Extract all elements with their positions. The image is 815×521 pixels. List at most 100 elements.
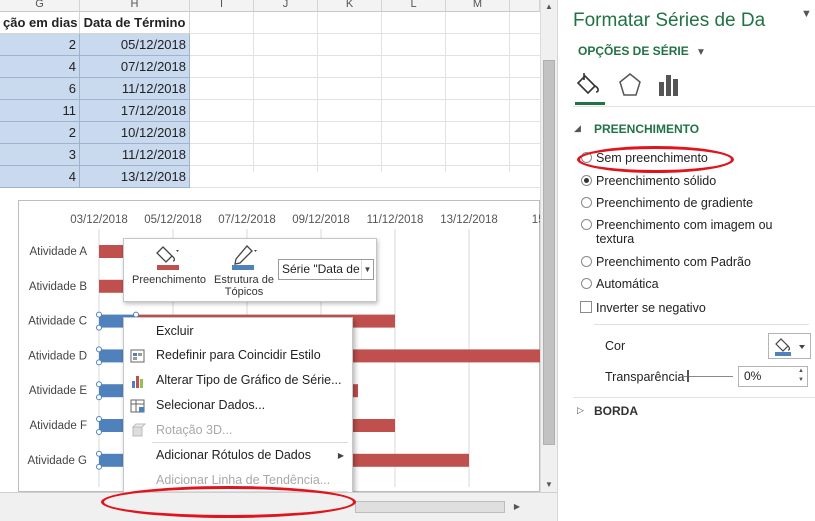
- selection-handle[interactable]: [96, 346, 102, 353]
- column-header-h[interactable]: H: [80, 0, 190, 12]
- table-header-end-date[interactable]: Data de Término: [80, 12, 190, 34]
- fill-option-picture[interactable]: Preenchimento com imagem ou: [581, 218, 772, 232]
- column-header-n[interactable]: [510, 0, 540, 12]
- x-tick-label: 03/12/2018: [70, 214, 128, 226]
- grid-line: [190, 33, 540, 34]
- invert-label: Inverter se negativo: [596, 301, 706, 315]
- effects-tab-icon[interactable]: [615, 70, 645, 100]
- radio-button[interactable]: [581, 256, 592, 267]
- column-header-m[interactable]: M: [446, 0, 510, 12]
- y-category-label: Atividade F: [29, 420, 87, 432]
- table-cell-duration[interactable]: 3: [0, 144, 80, 166]
- radio-button[interactable]: [581, 175, 592, 186]
- horizontal-scroll-thumb[interactable]: [355, 501, 505, 513]
- radio-button[interactable]: [581, 152, 592, 163]
- add-data-labels-item[interactable]: Adicionar Rótulos de Dados ▶: [124, 443, 352, 468]
- column-header-g[interactable]: G: [0, 0, 80, 12]
- selection-handle[interactable]: [96, 394, 102, 401]
- transparency-input[interactable]: 0% ▲ ▼: [738, 366, 808, 387]
- column-header-i[interactable]: I: [190, 0, 254, 12]
- collapsed-caret-icon: ▷: [577, 405, 584, 415]
- selection-handle[interactable]: [96, 324, 102, 331]
- fill-option-pattern[interactable]: Preenchimento com Padrão: [581, 255, 751, 269]
- add-trendline-item[interactable]: Adicionar Linha de Tendência...: [124, 468, 352, 492]
- table-cell-duration[interactable]: 4: [0, 166, 80, 188]
- fill-section-header[interactable]: ◢ PREENCHIMENTO: [574, 122, 699, 136]
- pane-options-chevron-icon[interactable]: ▼: [801, 8, 812, 20]
- rotation-3d-item[interactable]: Rotação 3D...: [124, 418, 352, 443]
- table-cell-duration[interactable]: 11: [0, 100, 80, 122]
- border-section-header[interactable]: ▷ BORDA: [577, 404, 638, 418]
- table-cell-duration[interactable]: 2: [0, 122, 80, 144]
- transparency-slider-handle[interactable]: [687, 370, 689, 382]
- chevron-down-icon: ▼: [696, 47, 706, 58]
- series-selector-combo[interactable]: Série "Data de I ▼: [278, 259, 374, 280]
- fill-line-tab-icon[interactable]: [576, 70, 606, 100]
- fill-option-solid[interactable]: Preenchimento sólido: [581, 174, 716, 188]
- spinner-icon[interactable]: ▲ ▼: [795, 367, 807, 386]
- delete-item[interactable]: Excluir: [124, 319, 352, 344]
- table-cell-end-date[interactable]: 10/12/2018: [80, 122, 190, 144]
- fill-option-label: Automática: [596, 277, 659, 291]
- fill-option-none[interactable]: Sem preenchimento: [581, 151, 708, 165]
- excel-window: G H I J K L M ção em dias Data de Términ…: [0, 0, 815, 521]
- grid-line: [509, 12, 510, 172]
- horizontal-scrollbar[interactable]: ▶: [0, 492, 557, 521]
- table-cell-duration[interactable]: 6: [0, 78, 80, 100]
- table-cell-end-date[interactable]: 13/12/2018: [80, 166, 190, 188]
- scroll-up-icon[interactable]: ▲: [542, 2, 556, 11]
- context-menu-item-label: Adicionar Linha de Tendência...: [156, 473, 331, 487]
- selection-handle[interactable]: [96, 463, 102, 470]
- selection-handle[interactable]: [96, 359, 102, 366]
- table-cell-duration[interactable]: 2: [0, 34, 80, 56]
- y-category-label: Atividade B: [29, 281, 88, 293]
- table-cell-end-date[interactable]: 07/12/2018: [80, 56, 190, 78]
- table-cell-end-date[interactable]: 17/12/2018: [80, 100, 190, 122]
- column-header-j[interactable]: J: [254, 0, 318, 12]
- selection-handle[interactable]: [96, 311, 102, 318]
- invert-checkbox[interactable]: [580, 301, 592, 313]
- selection-handle[interactable]: [96, 416, 102, 422]
- y-category-label: Atividade E: [29, 385, 88, 397]
- selection-handle[interactable]: [96, 450, 102, 457]
- table-cell-end-date[interactable]: 05/12/2018: [80, 34, 190, 56]
- table-cell-duration[interactable]: 4: [0, 56, 80, 78]
- table-header-duration[interactable]: ção em dias: [0, 12, 80, 34]
- series-options-tab-icon[interactable]: [655, 70, 685, 100]
- select-data-item[interactable]: Selecionar Dados...: [124, 393, 352, 418]
- color-label: Cor: [605, 339, 626, 353]
- radio-button[interactable]: [581, 219, 592, 230]
- radio-button[interactable]: [581, 278, 592, 289]
- fill-option-automatic[interactable]: Automática: [581, 277, 659, 291]
- context-menu-item-label: Adicionar Rótulos de Dados: [156, 448, 311, 462]
- chart-mini-toolbar: Preenchimento Estrutura de Tópicos Série…: [123, 238, 377, 302]
- divider: [573, 106, 815, 107]
- series-options-dropdown[interactable]: OPÇÕES DE SÉRIE ▼: [578, 44, 706, 58]
- selection-handle[interactable]: [96, 381, 102, 388]
- fill-option-label: Preenchimento de gradiente: [596, 196, 754, 210]
- grid-line: [190, 165, 540, 166]
- vertical-scrollbar[interactable]: ▲ ▼: [540, 0, 557, 492]
- vertical-scroll-thumb[interactable]: [543, 60, 555, 445]
- change-chart-type-item[interactable]: Alterar Tipo de Gráfico de Série...: [124, 368, 352, 393]
- scroll-down-icon[interactable]: ▼: [542, 480, 556, 489]
- transparency-value: 0%: [744, 369, 762, 383]
- fill-option-gradient[interactable]: Preenchimento de gradiente: [581, 196, 754, 210]
- reset-style-item[interactable]: Redefinir para Coincidir Estilo: [124, 343, 352, 368]
- table-cell-end-date[interactable]: 11/12/2018: [80, 144, 190, 166]
- chevron-down-icon[interactable]: ▼: [361, 260, 373, 279]
- invert-if-negative-option[interactable]: Inverter se negativo: [580, 301, 706, 315]
- fill-button[interactable]: Preenchimento: [128, 243, 210, 286]
- table-cell-end-date[interactable]: 11/12/2018: [80, 78, 190, 100]
- color-picker-button[interactable]: [768, 333, 811, 359]
- reset-style-icon: [130, 348, 146, 364]
- scroll-right-icon[interactable]: ▶: [510, 502, 524, 511]
- column-header-l[interactable]: L: [382, 0, 446, 12]
- series-options-label: OPÇÕES DE SÉRIE: [578, 44, 689, 58]
- column-header-k[interactable]: K: [318, 0, 382, 12]
- grid-line: [190, 121, 540, 122]
- outline-button[interactable]: Estrutura de Tópicos: [212, 243, 276, 298]
- radio-button[interactable]: [581, 197, 592, 208]
- selection-handle[interactable]: [96, 429, 102, 435]
- transparency-slider[interactable]: [683, 376, 733, 377]
